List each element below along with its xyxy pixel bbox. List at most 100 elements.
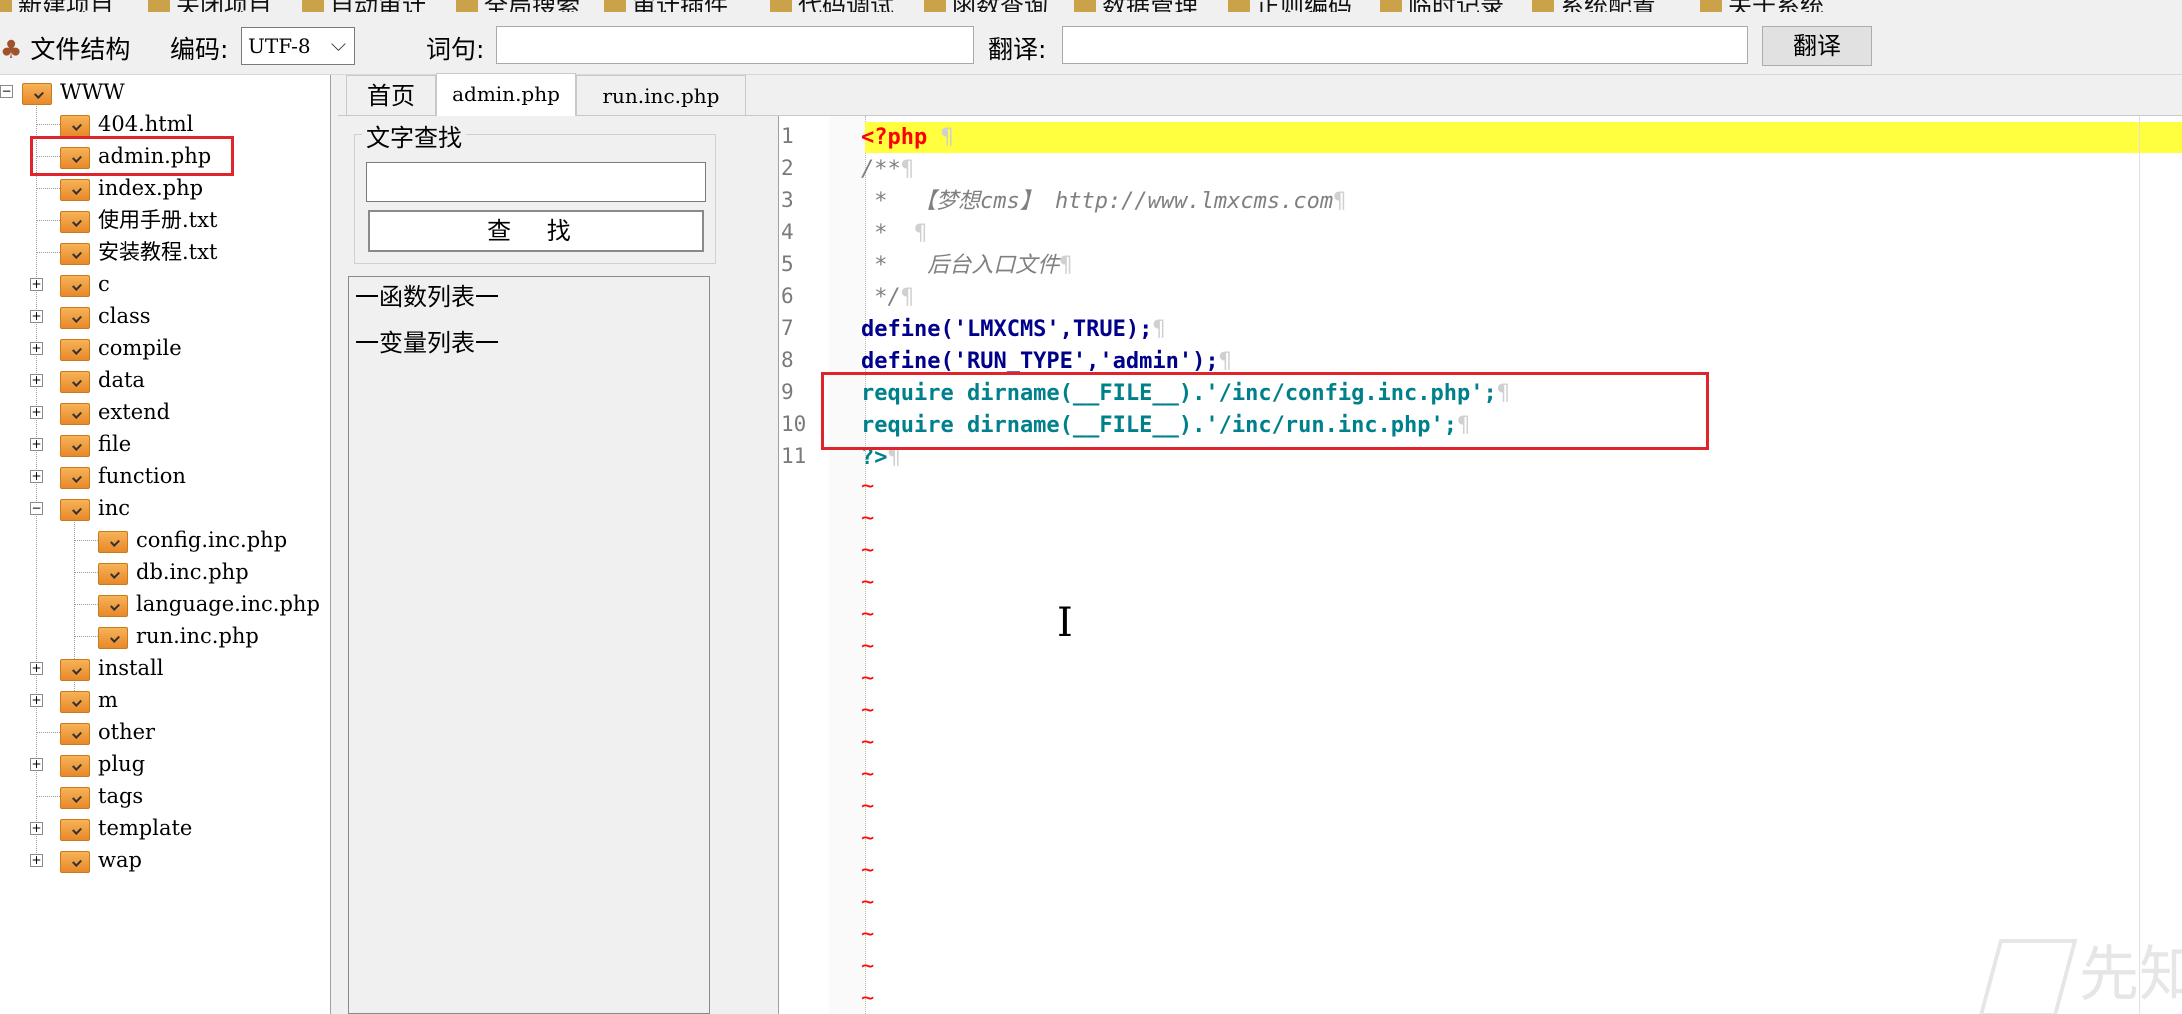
tree-icon: ♣ — [0, 35, 23, 64]
collapse-toggle[interactable]: − — [30, 502, 43, 515]
translate-label: 翻译: — [988, 35, 1047, 64]
menu-system-config[interactable]: 系统配置 — [1532, 0, 1656, 12]
encoding-label: 编码: — [170, 35, 229, 64]
tree-item-index-php[interactable]: index.php — [60, 173, 203, 203]
empty-line-marker: ~ — [861, 986, 875, 1011]
tree-item-data[interactable]: data — [60, 365, 145, 395]
encoding-value: UTF-8 — [248, 34, 311, 58]
menu-new-project[interactable]: 新建项目 — [0, 0, 114, 12]
variable-list-header[interactable]: 一变量列表一 — [355, 323, 499, 358]
expand-toggle[interactable]: + — [30, 438, 43, 451]
chevron-down-icon: ⌵ — [330, 32, 346, 56]
code-editor[interactable]: 1 2 3 4 5 6 7 8 9 10 11 <?php ¶ /**¶ * 【… — [778, 116, 2182, 1014]
menu-data-manage[interactable]: 数据管理 — [1074, 0, 1198, 12]
pilcrow-mark: ¶ — [1333, 189, 1347, 214]
folder-icon — [22, 82, 52, 105]
folder-icon — [60, 690, 90, 713]
tree-item-function[interactable]: function — [60, 461, 186, 491]
pilcrow-mark: ¶ — [1152, 317, 1166, 342]
line-number: 2 — [781, 156, 794, 180]
expand-toggle[interactable]: + — [30, 758, 43, 771]
tree-item-wap[interactable]: wap — [60, 845, 142, 875]
tree-item-class[interactable]: class — [60, 301, 151, 331]
line-number-gutter: 1 2 3 4 5 6 7 8 9 10 11 — [779, 116, 829, 1014]
translate-input[interactable] — [1062, 26, 1748, 64]
global-search-icon — [456, 0, 478, 12]
tree-item-m[interactable]: m — [60, 685, 118, 715]
find-button[interactable]: 查 找 — [368, 210, 704, 252]
expand-toggle[interactable]: + — [30, 310, 43, 323]
folder-icon — [60, 754, 90, 777]
tree-item-template[interactable]: template — [60, 813, 192, 843]
tree-item-404-html[interactable]: 404.html — [60, 109, 193, 139]
folder-icon — [60, 338, 90, 361]
expand-toggle[interactable]: + — [30, 342, 43, 355]
tree-item-install[interactable]: install — [60, 653, 163, 683]
menu-audit-plugin[interactable]: 审计插件 — [604, 0, 728, 12]
text-file-icon — [60, 242, 90, 265]
function-list-header[interactable]: 一函数列表一 — [355, 277, 499, 312]
tree-item-manual-txt[interactable]: 使用手册.txt — [60, 205, 217, 235]
tree-item-install-guide-txt[interactable]: 安装教程.txt — [60, 237, 217, 267]
tree-line — [36, 732, 60, 733]
expand-toggle[interactable]: + — [30, 406, 43, 419]
menu-function-query[interactable]: 函数查询 — [924, 0, 1048, 12]
tree-item-language-inc-php[interactable]: language.inc.php — [98, 589, 320, 619]
tree-item-tags[interactable]: tags — [60, 781, 143, 811]
menu-code-debug[interactable]: 代码调试 — [770, 0, 894, 12]
watermark: 先知社区 — [1978, 926, 2182, 1014]
menu-regex-encode[interactable]: 正则编码 — [1228, 0, 1352, 12]
tree-line — [36, 188, 60, 189]
tab-home[interactable]: 首页 — [346, 75, 436, 115]
find-input[interactable] — [366, 162, 706, 202]
word-input[interactable] — [496, 26, 974, 64]
menu-global-search[interactable]: 全局搜索 — [456, 0, 580, 12]
expand-toggle[interactable]: + — [30, 662, 43, 675]
tree-root[interactable]: WWW — [22, 77, 125, 107]
expand-toggle[interactable]: + — [30, 822, 43, 835]
gear-icon — [1532, 0, 1554, 12]
folder-icon — [60, 850, 90, 873]
folder-icon — [60, 722, 90, 745]
tree-item-compile[interactable]: compile — [60, 333, 182, 363]
function-variable-list[interactable]: 一函数列表一 一变量列表一 — [348, 276, 710, 1014]
pilcrow-mark: ¶ — [1218, 349, 1232, 374]
tree-line — [74, 572, 98, 573]
tree-item-extend[interactable]: extend — [60, 397, 170, 427]
expand-toggle[interactable]: + — [30, 854, 43, 867]
collapse-toggle[interactable]: − — [0, 85, 13, 98]
tree-item-plug[interactable]: plug — [60, 749, 145, 779]
tree-item-run-inc-php[interactable]: run.inc.php — [98, 621, 259, 651]
tree-item-c[interactable]: c — [60, 269, 110, 299]
folder-icon — [60, 498, 90, 521]
expand-toggle[interactable]: + — [30, 374, 43, 387]
menu-close-project[interactable]: 关闭项目 — [148, 0, 272, 12]
folder-icon — [60, 818, 90, 841]
file-tree[interactable]: − WWW 404.html admin.php index.php 使用手册.… — [0, 75, 331, 1014]
line-number: 4 — [781, 220, 794, 244]
translate-button[interactable]: 翻译 — [1762, 26, 1872, 66]
folder-icon — [60, 434, 90, 457]
empty-line-marker: ~ — [861, 762, 875, 787]
tree-item-other[interactable]: other — [60, 717, 155, 747]
tree-item-inc[interactable]: inc — [60, 493, 130, 523]
tree-item-file[interactable]: file — [60, 429, 131, 459]
tree-item-config-inc-php[interactable]: config.inc.php — [98, 525, 287, 555]
empty-line-marker: ~ — [861, 474, 875, 499]
menu-auto-audit[interactable]: 自动审计 — [302, 0, 426, 12]
expand-toggle[interactable]: + — [30, 694, 43, 707]
code-line-7: define('LMXCMS',TRUE);¶ — [861, 317, 1166, 342]
tree-item-db-inc-php[interactable]: db.inc.php — [98, 557, 249, 587]
tab-run-inc-php[interactable]: run.inc.php — [576, 75, 746, 115]
text-cursor-icon: I — [1057, 600, 1073, 646]
regex-icon — [1228, 0, 1250, 12]
tab-admin-php[interactable]: admin.php — [436, 73, 576, 116]
encoding-select[interactable]: UTF-8 ⌵ — [241, 27, 355, 65]
menu-temp-record[interactable]: 临时记录 — [1380, 0, 1504, 12]
empty-line-marker: ~ — [861, 794, 875, 819]
expand-toggle[interactable]: + — [30, 470, 43, 483]
menu-about[interactable]: 关于系统 — [1700, 0, 1824, 12]
empty-line-marker: ~ — [861, 634, 875, 659]
expand-toggle[interactable]: + — [30, 278, 43, 291]
line-number: 8 — [781, 348, 794, 372]
